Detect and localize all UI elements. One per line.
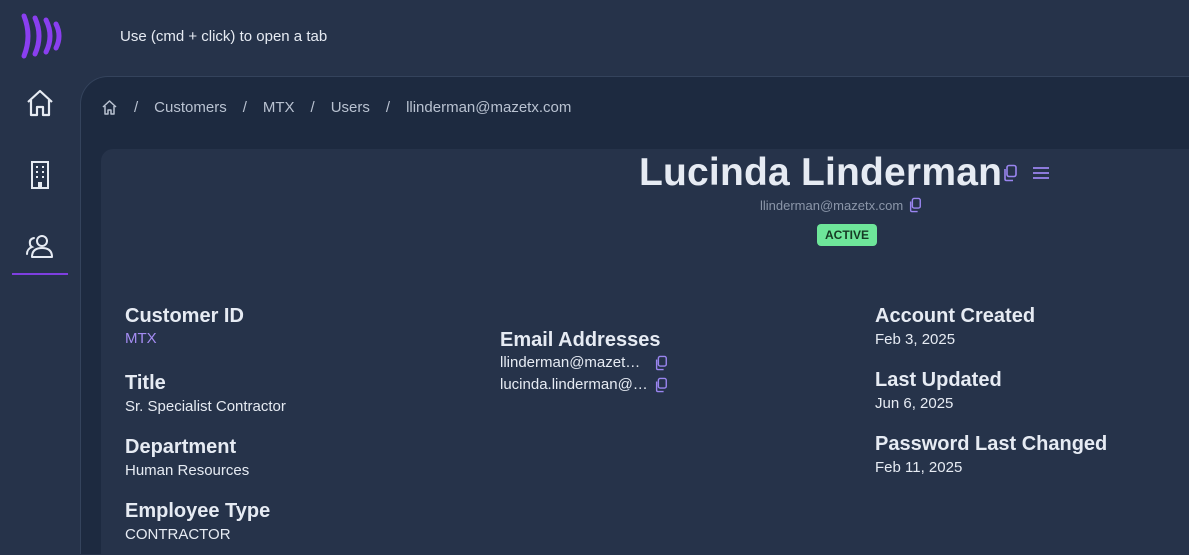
breadcrumb-separator: / <box>242 99 247 116</box>
account-created-label: Account Created <box>875 305 1036 327</box>
sidebar <box>0 0 80 554</box>
copy-name-icon[interactable] <box>1002 164 1018 182</box>
user-email-row: llinderman@mazetx.com <box>760 197 922 213</box>
breadcrumb-separator: / <box>134 99 139 116</box>
copy-email-icon[interactable] <box>654 377 668 393</box>
building-icon <box>31 161 49 189</box>
active-nav-indicator <box>12 273 68 275</box>
email-address-item: llinderman@mazet… <box>500 354 668 371</box>
sidebar-item-users[interactable] <box>12 219 68 275</box>
breadcrumb-current-user: llinderman@mazetx.com <box>406 99 572 116</box>
last-updated-label: Last Updated <box>875 369 1002 391</box>
last-updated-value: Jun 6, 2025 <box>875 395 954 412</box>
email-addresses-label: Email Addresses <box>500 329 661 351</box>
copy-email-icon[interactable] <box>908 197 922 213</box>
breadcrumb-mtx[interactable]: MTX <box>263 99 295 116</box>
employee-type-label: Employee Type <box>125 500 271 522</box>
sidebar-item-customers[interactable] <box>12 147 68 203</box>
breadcrumb: / Customers / MTX / Users / llinderman@m… <box>101 99 571 116</box>
user-name: Lucinda Linderman <box>639 151 1003 194</box>
logo[interactable] <box>18 12 66 60</box>
breadcrumb-users[interactable]: Users <box>331 99 370 116</box>
logo-icon <box>21 13 62 59</box>
user-email: llinderman@mazetx.com <box>760 197 904 213</box>
main-content: / Customers / MTX / Users / llinderman@m… <box>80 76 1189 555</box>
users-icon <box>26 235 53 258</box>
department-label: Department <box>125 436 237 458</box>
customer-id-link[interactable]: MTX <box>125 330 157 347</box>
password-last-changed-label: Password Last Changed <box>875 433 1108 455</box>
status-badge: ACTIVE <box>817 224 878 246</box>
password-last-changed-value: Feb 11, 2025 <box>875 459 963 476</box>
user-header: Lucinda Linderman <box>639 151 1050 195</box>
title-label: Title <box>125 372 166 394</box>
breadcrumb-separator: / <box>385 99 391 116</box>
account-created-value: Feb 3, 2025 <box>875 331 956 348</box>
menu-icon[interactable] <box>1032 165 1050 181</box>
email-address-value: lucinda.linderman@… <box>500 376 648 393</box>
copy-email-icon[interactable] <box>654 355 668 371</box>
email-address-value: llinderman@mazet… <box>500 354 641 371</box>
employee-type-value: CONTRACTOR <box>125 526 231 543</box>
home-icon <box>27 89 53 117</box>
department-value: Human Resources <box>125 462 250 479</box>
topbar-hint: Use (cmd + click) to open a tab <box>120 28 328 45</box>
breadcrumb-separator: / <box>310 99 315 116</box>
title-value: Sr. Specialist Contractor <box>125 398 286 415</box>
customer-id-label: Customer ID <box>125 305 244 327</box>
user-detail-card: Lucinda Linderman llinderman@mazetx.com <box>101 149 1189 555</box>
email-address-item: lucinda.linderman@… <box>500 376 668 393</box>
sidebar-item-home[interactable] <box>12 75 68 131</box>
breadcrumb-home-icon[interactable] <box>101 99 118 116</box>
breadcrumb-customers[interactable]: Customers <box>154 99 227 116</box>
